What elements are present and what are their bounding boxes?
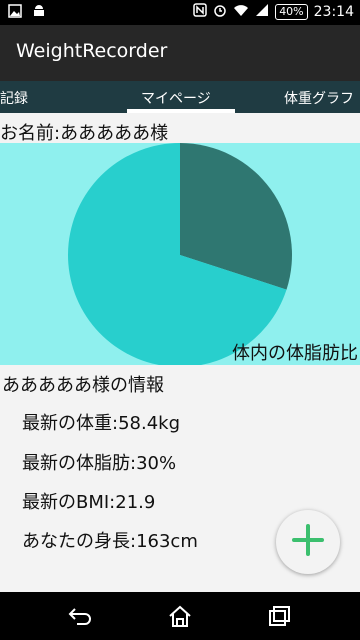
tab-weight-graph[interactable]: 体重グラフ (284, 88, 354, 108)
user-height: あなたの身長:163cm (22, 531, 198, 552)
action-bar: WeightRecorder (0, 25, 360, 81)
status-bar: 40% 23:14 (0, 0, 360, 25)
back-button[interactable] (60, 602, 100, 630)
user-name: お名前:あああああ様 (0, 123, 169, 144)
image-icon (8, 4, 22, 24)
pie-chart (67, 143, 293, 365)
plus-icon (292, 524, 324, 560)
info-heading: あああああ様の情報 (2, 375, 164, 396)
body-fat-chart: 体内の体脂肪比 (0, 143, 360, 365)
latest-bmi: 最新のBMI:21.9 (22, 492, 156, 513)
app-title: WeightRecorder (16, 40, 168, 62)
back-icon (68, 608, 91, 625)
alarm-icon (213, 3, 227, 21)
recent-apps-icon (269, 606, 290, 626)
chart-title: 体内の体脂肪比 (232, 343, 358, 364)
android-icon (32, 4, 46, 24)
nfc-icon (193, 3, 207, 21)
home-button[interactable] (160, 602, 200, 630)
home-icon (169, 605, 191, 627)
navigation-bar (0, 592, 360, 640)
tab-mypage[interactable]: マイページ (141, 88, 211, 108)
tab-record[interactable]: 記録 (0, 88, 28, 108)
recent-apps-button[interactable] (260, 602, 300, 630)
latest-weight: 最新の体重:58.4kg (22, 413, 180, 434)
signal-icon (255, 3, 269, 21)
latest-body-fat: 最新の体脂肪:30% (22, 453, 177, 474)
mypage-content: お名前:あああああ様 体内の体脂肪比 あああああ様の情報 最新の体重:58.4k… (0, 113, 360, 592)
wifi-icon (233, 3, 249, 21)
battery-icon: 40% (275, 4, 308, 20)
add-record-button[interactable] (276, 510, 340, 574)
clock: 23:14 (313, 4, 354, 20)
